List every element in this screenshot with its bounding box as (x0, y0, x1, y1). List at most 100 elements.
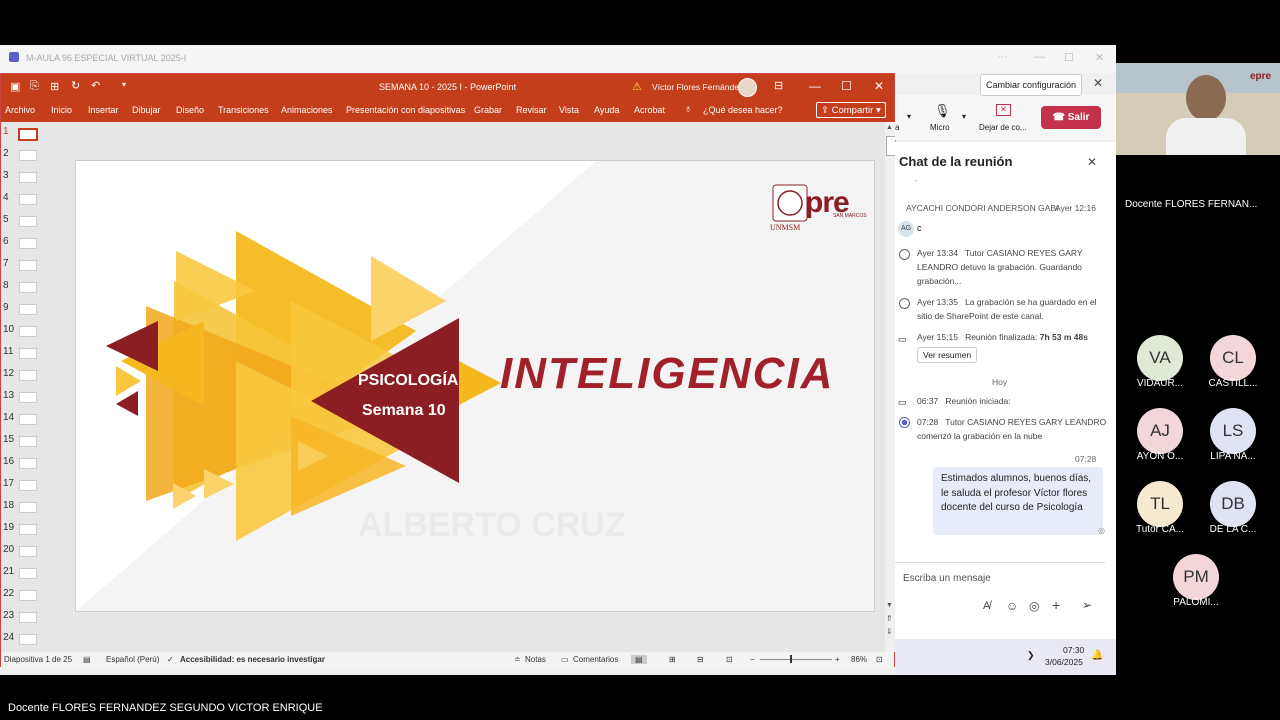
slide-thumbnail[interactable]: 5 (1, 210, 63, 232)
slide-thumbnail[interactable]: 6 (1, 232, 63, 254)
slideshow-view-icon[interactable]: ⊡ (726, 655, 733, 664)
warning-icon[interactable]: ⚠ (632, 80, 642, 93)
tab-acrobat[interactable]: Acrobat (634, 105, 665, 115)
ppt-minimize-icon[interactable]: — (809, 79, 821, 93)
tab-presentacion[interactable]: Presentación con diapositivas (346, 105, 465, 115)
tab-grabar[interactable]: Grabar (474, 105, 502, 115)
normal-view-icon[interactable]: ▤ (631, 655, 647, 664)
stop-share-label[interactable]: Dejar de co... (979, 123, 1027, 132)
comments-button[interactable]: Comentarios (573, 655, 618, 664)
tab-revisar[interactable]: Revisar (516, 105, 547, 115)
slide-thumbnail[interactable]: 2 (1, 144, 63, 166)
slide-thumbnail[interactable]: 9 (1, 298, 63, 320)
speaker-video[interactable]: epre (1116, 63, 1280, 155)
quick-access-icon[interactable]: ⎘ (30, 80, 39, 93)
ribbon-display-icon[interactable]: ⊟ (774, 79, 783, 92)
slide-thumbnail[interactable]: 3 (1, 166, 63, 188)
tab-transiciones[interactable]: Transiciones (218, 105, 269, 115)
minimize-icon[interactable]: — (1034, 51, 1045, 63)
message-input[interactable]: Escriba un mensaje (903, 573, 991, 584)
slide-thumbnail[interactable]: 15 (1, 430, 63, 452)
close-icon[interactable]: ✕ (1095, 51, 1104, 64)
tell-me-search[interactable]: ¿Qué desea hacer? (703, 105, 783, 115)
reading-view-icon[interactable]: ⊟ (697, 655, 704, 664)
slide-thumbnail[interactable]: 11 (1, 342, 63, 364)
share-button[interactable]: ⇪ Compartir ▾ (816, 102, 886, 118)
participant-avatar[interactable]: DB (1210, 481, 1256, 527)
taskbar-arrow-icon[interactable]: ❯ (1027, 650, 1035, 661)
plus-icon[interactable]: + (1052, 597, 1060, 613)
ppt-close-icon[interactable]: ✕ (874, 79, 884, 93)
slide-thumbnail[interactable]: 12 (1, 364, 63, 386)
more-options-icon[interactable]: ··· (997, 51, 1008, 63)
send-icon[interactable]: ➢ (1082, 598, 1092, 612)
maximize-icon[interactable]: ☐ (1064, 51, 1074, 64)
slide-thumbnail[interactable]: 13 (1, 386, 63, 408)
customize-icon[interactable]: ▾ (122, 80, 126, 89)
tab-insertar[interactable]: Insertar (88, 105, 119, 115)
zoom-slider-thumb[interactable] (790, 655, 792, 663)
tab-dibujar[interactable]: Dibujar (132, 105, 161, 115)
compose-box[interactable]: Escriba un mensaje A̸ ☺ ◎ + ➢ (895, 562, 1105, 623)
fit-slide-icon[interactable]: ⊡ (876, 655, 883, 664)
prev-slide-icon[interactable]: ⇑ (886, 614, 893, 623)
tab-diseno[interactable]: Diseño (176, 105, 204, 115)
slide-thumbnail[interactable]: 7 (1, 254, 63, 276)
tab-animaciones[interactable]: Animaciones (281, 105, 333, 115)
chat-close-icon[interactable]: ✕ (1087, 155, 1097, 169)
zoom-level[interactable]: 86% (851, 655, 867, 664)
change-settings-button[interactable]: Cambiar configuración (980, 74, 1082, 96)
slide-thumbnail[interactable]: 4 (1, 188, 63, 210)
tab-ayuda[interactable]: Ayuda (594, 105, 619, 115)
stop-share-icon[interactable]: ✕ (996, 104, 1011, 116)
participant-avatar[interactable]: VA (1137, 335, 1183, 381)
slide-thumbnail[interactable]: 21 (1, 562, 63, 584)
participant-avatar[interactable]: TL (1137, 481, 1183, 527)
leave-button[interactable]: ☎ Salir (1041, 106, 1101, 129)
tab-archivo[interactable]: Archivo (5, 105, 35, 115)
slide-thumbnail[interactable]: 16 (1, 452, 63, 474)
slide-thumbnail[interactable]: 18 (1, 496, 63, 518)
ppt-maximize-icon[interactable]: ☐ (841, 79, 852, 93)
slide-scrollbar[interactable]: ▲ ▼ ⇑ ⇓ (885, 122, 896, 652)
participant-avatar[interactable]: CL (1210, 335, 1256, 381)
language[interactable]: Español (Perú) (106, 655, 159, 664)
view-summary-button[interactable]: Ver resumen (917, 347, 978, 363)
sorter-view-icon[interactable]: ⊞ (669, 655, 676, 664)
slide-thumbnail[interactable]: 22 (1, 584, 63, 606)
user-avatar[interactable] (738, 78, 757, 97)
notifications-icon[interactable]: 🔔 (1091, 650, 1103, 661)
accessibility-status[interactable]: Accesibilidad: es necesario investigar (180, 655, 325, 664)
participant-avatar[interactable]: AJ (1137, 408, 1183, 454)
loop-icon[interactable]: ◎ (1029, 599, 1039, 613)
slide-thumbnail[interactable]: 23 (1, 606, 63, 628)
zoom-slider[interactable] (760, 659, 832, 660)
redo-icon[interactable]: ↻ (71, 79, 80, 92)
close-share-icon[interactable]: ✕ (1093, 76, 1103, 90)
chevron-down-icon[interactable]: ▾ (907, 112, 911, 121)
slide-canvas[interactable]: pre SAN MARCOS UNMSM PSICOLOGÍA Semana 1… (75, 160, 875, 612)
format-icon[interactable]: A̸ (983, 600, 990, 612)
slide-thumbnail[interactable]: 14 (1, 408, 63, 430)
notes-button[interactable]: Notas (525, 655, 546, 664)
participant-avatar[interactable]: LS (1210, 408, 1256, 454)
slide-thumbnail[interactable]: 8 (1, 276, 63, 298)
next-slide-icon[interactable]: ⇓ (886, 627, 893, 636)
present-icon[interactable]: ⊞ (50, 80, 59, 93)
zoom-out-icon[interactable]: − (750, 655, 755, 664)
mic-options-icon[interactable]: ▾ (962, 112, 966, 121)
emoji-icon[interactable]: ☺ (1006, 599, 1018, 613)
chat-message-bubble[interactable]: Estimados alumnos, buenos días, le salud… (933, 467, 1103, 535)
scroll-down-icon[interactable]: ▼ (886, 602, 893, 609)
slide-thumbnail[interactable]: 20 (1, 540, 63, 562)
save-icon[interactable]: ▣ (10, 80, 20, 93)
tab-inicio[interactable]: Inicio (51, 105, 72, 115)
undo-icon[interactable]: ↶ (91, 79, 100, 92)
slide-thumbnail[interactable]: 17 (1, 474, 63, 496)
slide-thumbnail[interactable]: 24 (1, 628, 63, 650)
spellcheck-icon[interactable]: ▤ (83, 655, 91, 664)
participant-avatar[interactable]: PM (1173, 554, 1219, 600)
microphone-icon[interactable]: 🎙 (934, 103, 951, 119)
zoom-in-icon[interactable]: + (835, 655, 840, 664)
tab-vista[interactable]: Vista (559, 105, 579, 115)
